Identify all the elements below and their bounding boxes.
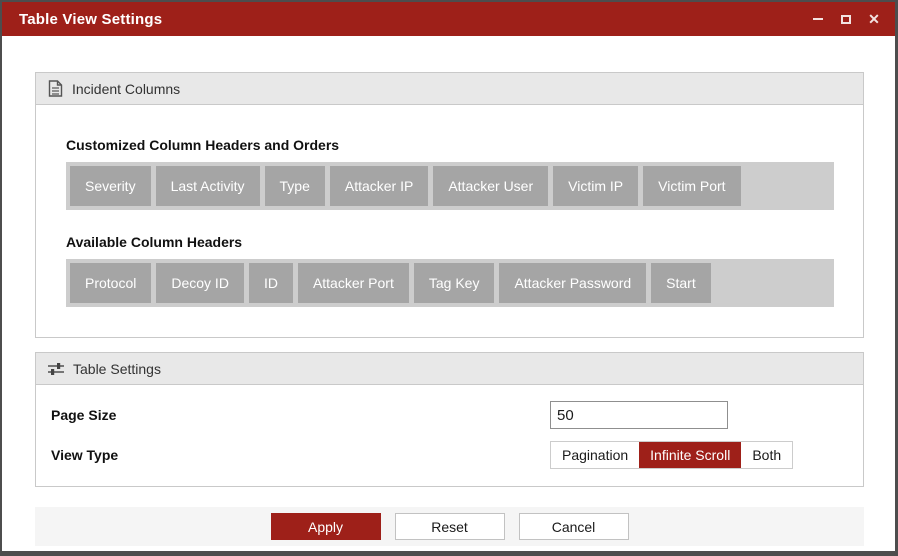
available-column-chip[interactable]: Attacker Password	[499, 263, 647, 303]
dialog-title: Table View Settings	[19, 10, 163, 28]
customized-column-chip[interactable]: Victim Port	[643, 166, 741, 206]
view-type-option[interactable]: Pagination	[551, 442, 640, 468]
table-settings-header: Table Settings	[36, 353, 863, 385]
table-settings-body: Page Size View Type PaginationInfinite S…	[36, 385, 863, 486]
table-settings-title: Table Settings	[73, 360, 161, 377]
sliders-icon	[48, 362, 64, 375]
view-type-option[interactable]: Infinite Scroll	[639, 442, 742, 468]
customized-column-chip[interactable]: Attacker User	[433, 166, 549, 206]
apply-button[interactable]: Apply	[270, 513, 381, 540]
customized-column-chip[interactable]: Attacker IP	[329, 166, 429, 206]
available-column-chip[interactable]: ID	[248, 263, 293, 303]
page-size-input[interactable]	[550, 401, 728, 429]
customized-columns-tray: Severity Last Activity Type Attacker IP Atta…	[66, 162, 834, 210]
incident-columns-section: Incident Columns Customized Column Heade…	[35, 72, 864, 338]
view-type-option[interactable]: Both	[741, 442, 793, 468]
view-type-row: View Type Pagination Infinite Scroll Both	[51, 441, 834, 469]
close-icon: ✕	[868, 11, 880, 27]
cancel-button[interactable]: Cancel	[518, 513, 629, 540]
view-type-label: View Type	[51, 447, 119, 463]
incident-columns-title: Incident Columns	[72, 80, 181, 97]
available-column-chip[interactable]: Protocol	[70, 263, 152, 303]
minimize-button[interactable]	[809, 10, 827, 28]
document-icon	[48, 80, 63, 97]
dialog-body: Incident Columns Customized Column Heade…	[2, 36, 895, 551]
available-column-chip[interactable]: Attacker Port	[297, 263, 409, 303]
page-size-row: Page Size	[51, 401, 834, 429]
window-controls: ✕	[809, 10, 883, 28]
customized-column-chip[interactable]: Type	[264, 166, 325, 206]
table-settings-section: Table Settings Page Size View Type Pagin…	[35, 352, 864, 487]
page-size-label: Page Size	[51, 407, 117, 423]
available-column-chip[interactable]: Start	[651, 263, 711, 303]
customized-column-chip[interactable]: Last Activity	[155, 166, 260, 206]
customized-column-chip[interactable]: Severity	[70, 166, 151, 206]
minimize-icon	[813, 18, 823, 20]
available-columns-tray: Protocol Decoy ID ID Attacker Port Tag Key At…	[66, 259, 834, 307]
incident-columns-header: Incident Columns	[36, 73, 863, 105]
available-column-chip[interactable]: Decoy ID	[156, 263, 244, 303]
customized-column-chip[interactable]: Victim IP	[553, 166, 639, 206]
footer-bar: Apply Reset Cancel	[35, 507, 864, 546]
view-type-toggle-group: Pagination Infinite Scroll Both	[550, 441, 794, 469]
available-column-chip[interactable]: Tag Key	[413, 263, 495, 303]
incident-columns-body: Customized Column Headers and Orders Sev…	[36, 105, 863, 337]
maximize-icon	[841, 14, 851, 24]
close-button[interactable]: ✕	[865, 10, 883, 28]
customized-columns-label: Customized Column Headers and Orders	[66, 137, 340, 153]
titlebar: Table View Settings ✕	[2, 2, 895, 36]
available-columns-label: Available Column Headers	[66, 234, 243, 250]
maximize-button[interactable]	[837, 10, 855, 28]
table-view-settings-dialog: Table View Settings ✕ Incident Columns C…	[0, 0, 898, 556]
reset-button[interactable]: Reset	[394, 513, 505, 540]
